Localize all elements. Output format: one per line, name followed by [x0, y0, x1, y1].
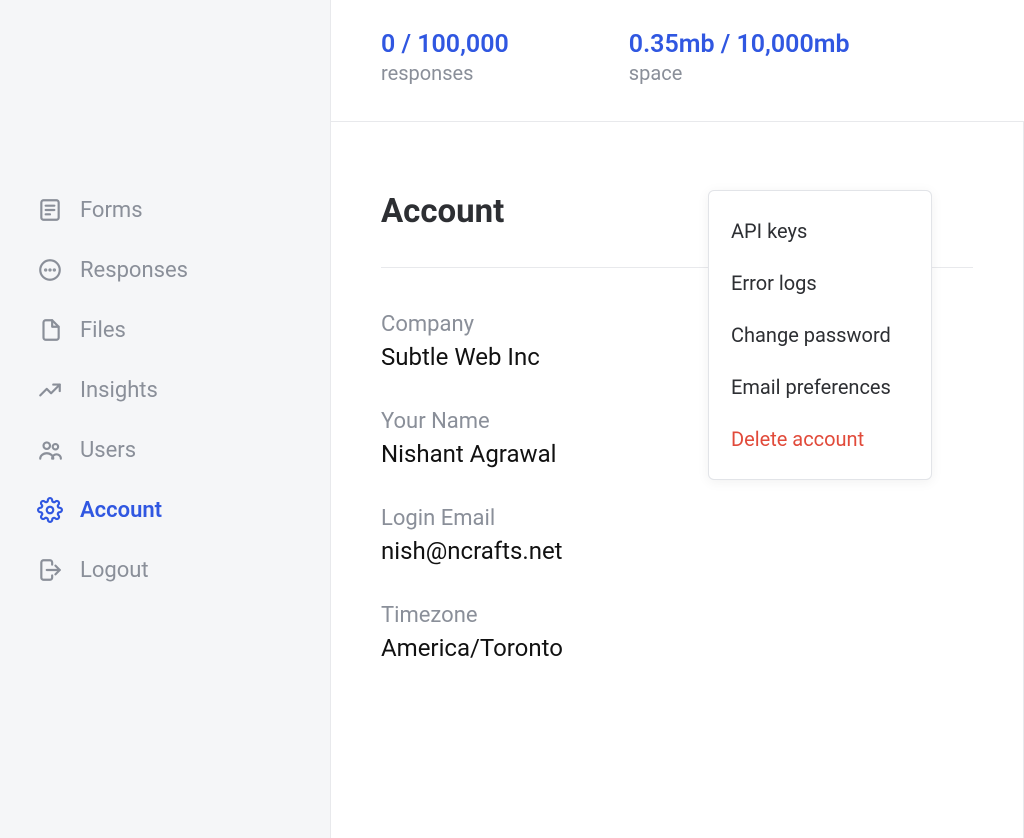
- sidebar-item-users[interactable]: Users: [0, 420, 330, 480]
- users-icon: [36, 436, 64, 464]
- sidebar-list: Forms Responses Files Insights Users: [0, 180, 330, 600]
- sidebar-item-logout[interactable]: Logout: [0, 540, 330, 600]
- sidebar-item-label: Users: [80, 438, 136, 463]
- sidebar-item-label: Logout: [80, 558, 149, 583]
- sidebar-item-forms[interactable]: Forms: [0, 180, 330, 240]
- menu-item-api-keys[interactable]: API keys: [709, 205, 931, 257]
- menu-item-change-password[interactable]: Change password: [709, 309, 931, 361]
- logout-icon: [36, 556, 64, 584]
- chat-icon: [36, 256, 64, 284]
- field-timezone-value: America/Toronto: [381, 634, 973, 662]
- usage-topbar: 0 / 100,000 responses 0.35mb / 10,000mb …: [331, 0, 1024, 122]
- sidebar-item-account[interactable]: Account: [0, 480, 330, 540]
- menu-item-error-logs[interactable]: Error logs: [709, 257, 931, 309]
- stat-space-value: 0.35mb / 10,000mb: [629, 30, 850, 59]
- main: 0 / 100,000 responses 0.35mb / 10,000mb …: [331, 0, 1024, 838]
- menu-item-email-preferences[interactable]: Email preferences: [709, 361, 931, 413]
- field-email-label: Login Email: [381, 506, 973, 531]
- field-email: Login Email nish@ncrafts.net: [381, 506, 973, 565]
- menu-item-delete-account[interactable]: Delete account: [709, 413, 931, 465]
- gear-icon: [36, 496, 64, 524]
- sidebar: Forms Responses Files Insights Users: [0, 0, 331, 838]
- sidebar-item-files[interactable]: Files: [0, 300, 330, 360]
- sidebar-item-responses[interactable]: Responses: [0, 240, 330, 300]
- sidebar-item-label: Files: [80, 318, 126, 343]
- sidebar-item-label: Forms: [80, 198, 143, 223]
- insights-icon: [36, 376, 64, 404]
- sidebar-item-label: Account: [80, 498, 162, 523]
- account-actions-menu: API keys Error logs Change password Emai…: [708, 190, 932, 480]
- sidebar-item-insights[interactable]: Insights: [0, 360, 330, 420]
- stat-responses-label: responses: [381, 61, 509, 85]
- files-icon: [36, 316, 64, 344]
- stat-space: 0.35mb / 10,000mb space: [629, 30, 850, 85]
- sidebar-item-label: Insights: [80, 378, 158, 403]
- sidebar-item-label: Responses: [80, 258, 188, 283]
- stat-responses: 0 / 100,000 responses: [381, 30, 509, 85]
- stat-space-label: space: [629, 61, 850, 85]
- field-email-value: nish@ncrafts.net: [381, 537, 973, 565]
- field-timezone-label: Timezone: [381, 603, 973, 628]
- form-icon: [36, 196, 64, 224]
- stat-responses-value: 0 / 100,000: [381, 30, 509, 59]
- field-timezone: Timezone America/Toronto: [381, 603, 973, 662]
